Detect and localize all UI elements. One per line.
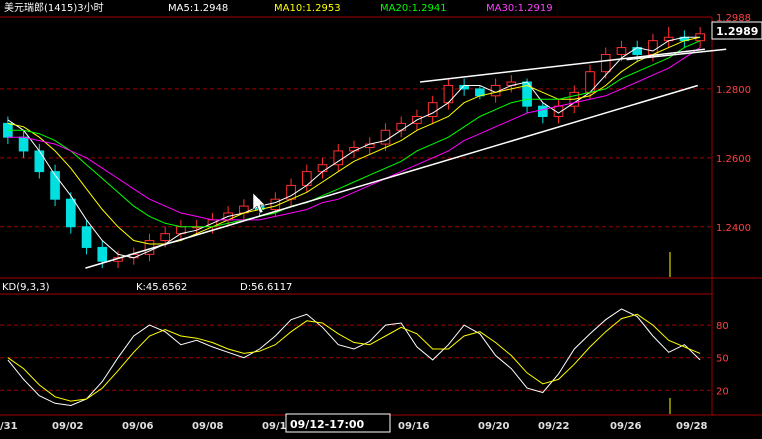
- time-tick-label: /31: [0, 421, 18, 432]
- frame: [0, 16, 762, 416]
- candle-down: [65, 198, 76, 228]
- kd-tick-label: 50: [716, 354, 729, 365]
- price-grid: [0, 88, 712, 228]
- ma20-value: MA20:1.2941: [380, 3, 447, 14]
- line-ma20: [7, 40, 701, 228]
- k-value: K:45.6562: [136, 282, 187, 293]
- kd-lines: [7, 308, 701, 407]
- price-tick-label: 1.2800: [716, 85, 751, 96]
- ma10-value: MA10:1.2953: [274, 3, 341, 14]
- candle-down: [537, 105, 548, 117]
- candle-up: [600, 53, 611, 73]
- ma5-value: MA5:1.2948: [168, 3, 228, 14]
- kd-axis: 20 50 80: [716, 321, 729, 397]
- candle-up: [396, 122, 407, 131]
- candle-up: [380, 129, 391, 145]
- candle-down: [97, 246, 108, 262]
- trendline: [419, 48, 705, 83]
- time-tick-label: 09/06: [122, 421, 154, 432]
- time-tick-label: 09/20: [478, 421, 510, 432]
- time-tick-label: 09/1: [262, 421, 287, 432]
- line-ma30: [7, 47, 701, 221]
- time-tick-label: 09/28: [676, 421, 708, 432]
- line-ma10: [7, 36, 701, 245]
- price-tick-label: 1.2400: [716, 223, 751, 234]
- kd-title: KD(9,3,3): [2, 282, 50, 293]
- candle-up: [616, 47, 627, 55]
- candlesticks: [3, 26, 705, 269]
- time-tick-label: 09/26: [610, 421, 642, 432]
- kd-line-k: [7, 308, 701, 407]
- kd-tick-label: 20: [716, 386, 729, 397]
- candle-up: [317, 164, 328, 173]
- d-value: D:56.6117: [240, 282, 292, 293]
- trendline: [85, 84, 698, 269]
- price-axis: 1.2400 1.2600 1.2800: [716, 85, 751, 234]
- kd-tick-label: 80: [716, 321, 729, 332]
- kd-grid: [0, 324, 712, 391]
- candle-up: [160, 233, 171, 242]
- price-tick-label: 1.2600: [716, 154, 751, 165]
- candle-up: [648, 40, 658, 55]
- time-tick-label: 09/22: [538, 421, 570, 432]
- candle-down: [34, 150, 45, 173]
- candle-down: [81, 226, 92, 248]
- stock-chart: 1.2400 1.2600 1.2800 20 50 80 /31 09/02 09/06 0…: [0, 1, 762, 433]
- candle-up: [333, 150, 344, 166]
- ma30-value: MA30:1.2919: [486, 3, 553, 14]
- time-tick-label: 09/08: [192, 421, 224, 432]
- time-tick-label: 09/16: [398, 421, 430, 432]
- cursor-time: 09/12-17:00: [290, 418, 365, 431]
- candle-down: [18, 136, 29, 152]
- symbol-title: 美元瑞郎(1415)3小时: [4, 1, 104, 14]
- time-tick-label: 09/02: [52, 421, 84, 432]
- current-price: 1.2989: [716, 25, 758, 38]
